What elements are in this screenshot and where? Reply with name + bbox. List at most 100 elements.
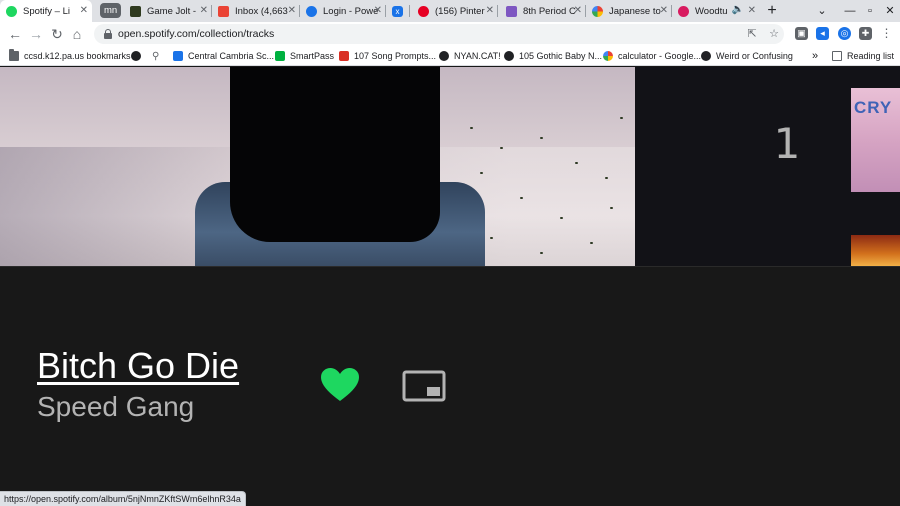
folder-icon [9, 49, 19, 61]
globe-icon [701, 51, 711, 61]
globe-icon [131, 51, 141, 61]
search-icon: ⚲ [152, 50, 160, 62]
tab-spotify[interactable]: Spotify – Li ✕ [0, 0, 92, 22]
bookmark-label: SmartPass [290, 51, 335, 61]
tab-label: Inbox (4,663 [235, 5, 288, 17]
tab-separator [497, 5, 498, 17]
bookmark-label: Reading list [847, 51, 895, 61]
link-status-bar: https://open.spotify.com/album/5njNmnZKf… [0, 491, 246, 506]
woodtu-icon [678, 5, 689, 17]
tab-classroom[interactable]: 8th Period C ✕ [500, 0, 586, 22]
gmail-icon [218, 5, 229, 17]
tab-woodtu[interactable]: Woodtu 🔈 ✕ [672, 0, 760, 22]
extension-circle-icon[interactable]: ◎ [838, 27, 851, 40]
gothic-icon [504, 51, 514, 61]
maximize-button[interactable]: ▫ [863, 3, 877, 19]
album-cover-image [0, 67, 635, 266]
lock-icon[interactable] [104, 29, 112, 39]
more-bookmarks-button[interactable]: » [812, 49, 818, 63]
smartpass-icon [275, 51, 285, 61]
bookmark-weird[interactable]: Weird or Confusing [701, 49, 793, 63]
queue-number: 1 [773, 119, 801, 168]
bookmark-label: NYAN.CAT! [454, 51, 501, 61]
bookmark-label: 105 Gothic Baby N... [519, 51, 603, 61]
tab-label: Game Jolt - [147, 5, 197, 17]
artist-name-link[interactable]: Speed Gang [37, 391, 194, 423]
spotify-icon [6, 5, 17, 17]
bookmark-gothic-baby[interactable]: 105 Gothic Baby N... [504, 49, 602, 63]
close-icon[interactable]: ✕ [288, 5, 296, 17]
speaker-icon[interactable]: 🔈 [732, 4, 744, 15]
close-icon[interactable]: ✕ [486, 5, 494, 17]
tab-separator [409, 5, 410, 17]
browser-toolbar: ← → ↻ ⌂ open.spotify.com/collection/trac… [0, 22, 900, 46]
bookmark-star-icon[interactable]: ☆ [766, 26, 782, 42]
tab-label: Japanese to [609, 5, 661, 17]
tab-pinterest[interactable]: (156) Pinter ✕ [412, 0, 498, 22]
extension-screenshot-icon[interactable]: ▣ [795, 27, 808, 40]
spotify-now-playing: 1 CRY Bitch Go Die Speed Gang [0, 67, 900, 506]
close-icon[interactable]: ✕ [748, 5, 756, 17]
tab-gmail[interactable]: Inbox (4,663 ✕ [212, 0, 300, 22]
tab-powerschool[interactable]: Login - Powe ✕ [300, 0, 386, 22]
tab-label: Woodtu [695, 5, 728, 17]
extensions-puzzle-icon[interactable]: ✚ [859, 27, 872, 40]
google-icon [603, 51, 613, 61]
bookmarks-bar: ccsd.k12.pa.us bookmarks ⚲ Central Cambr… [0, 46, 900, 66]
back-button[interactable]: ← [6, 25, 24, 43]
bookmark-folder[interactable]: ccsd.k12.pa.us bookmarks [9, 49, 131, 63]
forward-button[interactable]: → [27, 25, 45, 43]
figure-jacket [230, 67, 440, 242]
album-thumbnail-text: CRY [854, 98, 893, 117]
pinterest-icon [418, 5, 429, 17]
close-icon[interactable]: ✕ [660, 5, 668, 17]
bookmark-label: ccsd.k12.pa.us bookmarks [24, 51, 131, 61]
x-icon: x [392, 5, 403, 17]
tab-gamejolt[interactable]: Game Jolt - ✕ [124, 0, 212, 22]
close-icon[interactable]: ✕ [80, 5, 88, 17]
picture-in-picture-icon[interactable] [402, 370, 446, 402]
browser-window: Spotify – Li ✕ mn Game Jolt - ✕ Inbox (4… [0, 0, 900, 506]
reading-list-icon [832, 51, 842, 61]
open-in-app-icon[interactable]: ⇱ [744, 26, 760, 42]
tab-label: Spotify – Li [23, 5, 70, 17]
prompts-icon [339, 51, 349, 61]
menu-kebab-icon[interactable]: ⋮ [880, 27, 893, 40]
bookmark-search[interactable]: ⚲ [152, 49, 159, 63]
bookmark-nyan-cat[interactable]: NYAN.CAT! [439, 49, 501, 63]
gamejolt-icon [130, 5, 141, 17]
globe-icon [439, 51, 449, 61]
close-icon[interactable]: ✕ [200, 5, 208, 17]
bookmark-central-cambria[interactable]: Central Cambria Sc... [173, 49, 274, 63]
extension-blue-icon[interactable]: ◂ [816, 27, 829, 40]
new-tab-button[interactable]: + [764, 2, 780, 20]
tab-search-icon[interactable]: ⌄ [815, 3, 829, 19]
track-title-link[interactable]: Bitch Go Die [37, 345, 239, 387]
tab-x[interactable]: x [386, 0, 410, 22]
bookmark-song-prompts[interactable]: 107 Song Prompts... [339, 49, 436, 63]
close-icon[interactable]: ✕ [574, 5, 582, 17]
like-heart-icon[interactable] [320, 367, 360, 403]
address-bar[interactable]: open.spotify.com/collection/tracks ⇱ ☆ [94, 24, 784, 44]
album-thumbnail[interactable] [851, 235, 900, 266]
album-thumbnail[interactable]: CRY [851, 88, 900, 192]
minimize-button[interactable]: — [843, 3, 857, 19]
tab-group-mn[interactable]: mn [100, 3, 122, 18]
url-text[interactable]: open.spotify.com/collection/tracks [118, 28, 274, 40]
tab-label: Login - Powe [323, 5, 379, 17]
bookmark-smartpass[interactable]: SmartPass [275, 49, 334, 63]
close-icon[interactable]: ✕ [374, 5, 382, 17]
google-icon [592, 5, 603, 17]
close-window-button[interactable]: ✕ [883, 3, 897, 19]
tab-translate[interactable]: Japanese to ✕ [586, 0, 672, 22]
bookmark-calculator[interactable]: calculator - Google... [603, 49, 701, 63]
tab-label: (156) Pinter [435, 5, 485, 17]
powerschool-icon [306, 5, 317, 17]
reload-button[interactable]: ↻ [48, 25, 66, 43]
reading-list-button[interactable]: Reading list [832, 49, 894, 63]
bookmark-label: Central Cambria Sc... [188, 51, 275, 61]
divider [0, 266, 900, 267]
bookmark-globe[interactable] [131, 49, 146, 63]
home-icon[interactable]: ⌂ [68, 25, 86, 43]
school-icon [173, 51, 183, 61]
